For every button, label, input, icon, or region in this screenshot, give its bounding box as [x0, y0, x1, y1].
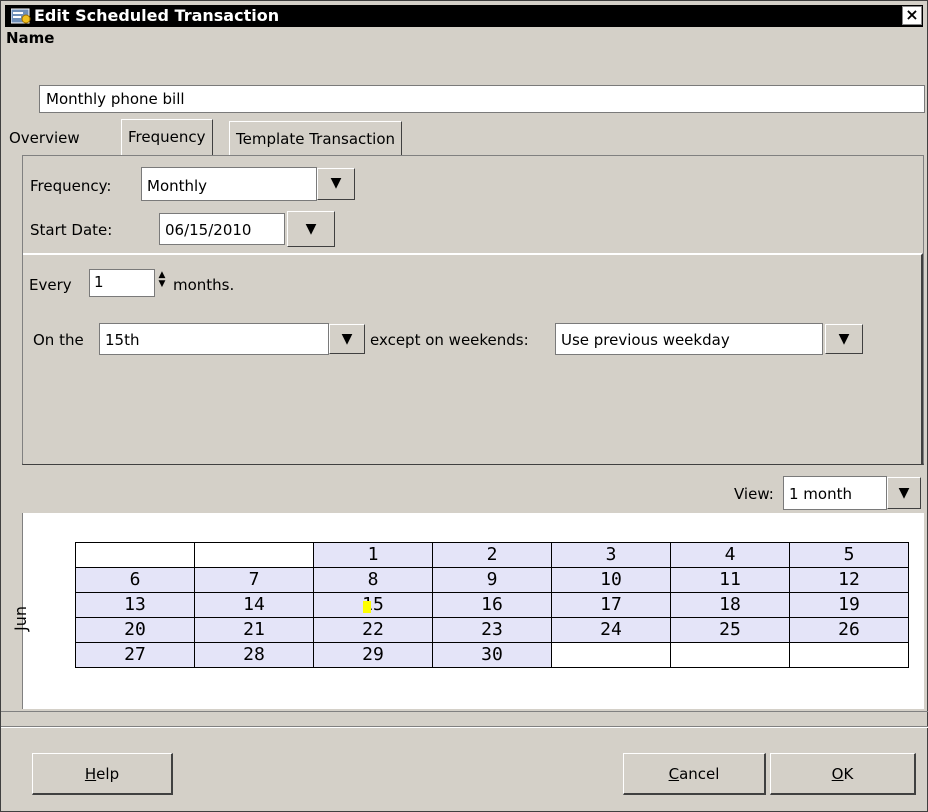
ok-mnemonic: O: [831, 765, 844, 783]
calendar-day[interactable]: 1: [313, 542, 433, 568]
calendar-day[interactable]: 5: [789, 542, 909, 568]
calendar-day[interactable]: 2: [432, 542, 552, 568]
chevron-down-icon: ▼: [305, 221, 317, 237]
app-icon: [11, 8, 31, 24]
start-date-label: Start Date:: [30, 221, 113, 239]
ok-button[interactable]: OK: [770, 753, 916, 795]
calendar-day[interactable]: 26: [789, 617, 909, 643]
tab-template-transaction[interactable]: Template Transaction: [229, 121, 403, 155]
chevron-down-icon: ▼: [330, 175, 342, 191]
calendar-day[interactable]: 19: [789, 592, 909, 618]
calendar-empty-cell: [551, 642, 671, 668]
weekend-rule-dropdown-button[interactable]: ▼: [825, 324, 863, 354]
calendar-day[interactable]: 8: [313, 567, 433, 593]
day-of-month-dropdown-button[interactable]: ▼: [329, 324, 365, 354]
tab-bar: Overview Frequency Template Transaction: [1, 119, 928, 155]
calendar-day[interactable]: 24: [551, 617, 671, 643]
frequency-label: Frequency:: [30, 177, 112, 195]
every-months-spinner[interactable]: 1: [89, 269, 155, 297]
calendar-empty-cell: [75, 542, 195, 568]
calendar-day[interactable]: 18: [670, 592, 790, 618]
every-label: Every: [29, 276, 72, 294]
calendar-day[interactable]: 12: [789, 567, 909, 593]
view-label: View:: [734, 485, 774, 503]
calendar-day[interactable]: 25: [670, 617, 790, 643]
month-label: Jun: [11, 606, 30, 631]
view-row: View: 1 month ▼: [22, 467, 924, 511]
frequency-dropdown-button[interactable]: ▼: [317, 168, 355, 200]
calendar-week-row: 12345: [75, 542, 909, 568]
view-dropdown-button[interactable]: ▼: [887, 477, 921, 509]
start-date-dropdown-button[interactable]: ▼: [287, 211, 335, 247]
calendar-empty-cell: [789, 642, 909, 668]
every-unit-label: months.: [173, 276, 235, 294]
weekend-rule-select[interactable]: Use previous weekday: [555, 323, 823, 355]
frequency-select[interactable]: Monthly: [141, 167, 317, 201]
calendar-day[interactable]: 3: [551, 542, 671, 568]
calendar-day[interactable]: 9: [432, 567, 552, 593]
calendar-day[interactable]: 6: [75, 567, 195, 593]
view-select[interactable]: 1 month: [783, 476, 887, 510]
spinner-arrows-icon[interactable]: ▲ ▼: [155, 271, 169, 297]
chevron-down-icon: ▼: [341, 331, 353, 347]
calendar-week-row: 20 21 22 23 24 25 26: [75, 617, 909, 643]
cancel-mnemonic: C: [668, 765, 680, 783]
window-title: Edit Scheduled Transaction: [34, 6, 280, 25]
cancel-label: ancel: [679, 765, 720, 783]
scheduled-occurrence-marker: [363, 600, 371, 613]
close-button[interactable]: ×: [902, 6, 922, 25]
calendar-day[interactable]: 22: [313, 617, 433, 643]
cancel-button[interactable]: Cancel: [623, 753, 766, 795]
name-label: Name: [6, 29, 55, 47]
except-weekends-label: except on weekends:: [370, 331, 529, 349]
chevron-down-icon: ▼: [838, 331, 850, 347]
day-of-month-select[interactable]: 15th: [99, 323, 329, 355]
calendar-day[interactable]: 16: [432, 592, 552, 618]
ok-label: K: [843, 765, 854, 783]
tab-overview[interactable]: Overview: [3, 121, 86, 155]
frequency-panel: Frequency: Monthly ▼ Start Date: 06/15/2…: [22, 155, 924, 465]
calendar-empty-cell: [194, 542, 314, 568]
calendar-day[interactable]: 10: [551, 567, 671, 593]
calendar-empty-cell: [670, 642, 790, 668]
calendar-day[interactable]: 7: [194, 567, 314, 593]
calendar-week-row: 6 7 8 9 10 11 12: [75, 567, 909, 593]
calendar-grid: 1 2 3 4 5 6 7 8 9 10 11 12 13 14 15 16 17 18 19 20 21 22 23 24 2…: [75, 542, 909, 668]
calendar-day[interactable]: 13: [75, 592, 195, 618]
calendar-day[interactable]: 23: [432, 617, 552, 643]
calendar-day[interactable]: 4: [670, 542, 790, 568]
calendar-day[interactable]: 28: [194, 642, 314, 668]
calendar-day[interactable]: 14: [194, 592, 314, 618]
divider: [1, 711, 928, 712]
calendar-day[interactable]: 30: [432, 642, 552, 668]
calendar-week-row: 13 14 15 16 17 18 19: [75, 592, 909, 618]
start-date-input[interactable]: 06/15/2010: [159, 213, 285, 245]
name-input[interactable]: Monthly phone bill: [39, 85, 925, 113]
calendar-day[interactable]: 11: [670, 567, 790, 593]
divider: [1, 726, 928, 728]
help-mnemonic: H: [84, 765, 97, 783]
calendar-day[interactable]: 29: [313, 642, 433, 668]
calendar-week-row: 27 28 29 30: [75, 642, 909, 668]
calendar-day[interactable]: 21: [194, 617, 314, 643]
help-button[interactable]: Help: [32, 753, 173, 795]
calendar-day[interactable]: 15: [313, 592, 433, 618]
monthly-options-panel: Every 1 ▲ ▼ months. On the 15th ▼ except …: [23, 253, 923, 464]
calendar-day[interactable]: 27: [75, 642, 195, 668]
edit-scheduled-transaction-dialog: Edit Scheduled Transaction × Name Monthl…: [0, 0, 928, 812]
chevron-down-icon: ▼: [898, 485, 910, 501]
calendar-day[interactable]: 20: [75, 617, 195, 643]
tab-frequency[interactable]: Frequency: [121, 119, 213, 155]
on-the-label: On the: [33, 331, 84, 349]
calendar-day[interactable]: 17: [551, 592, 671, 618]
help-label: elp: [96, 765, 120, 783]
title-bar[interactable]: Edit Scheduled Transaction ×: [5, 5, 923, 27]
